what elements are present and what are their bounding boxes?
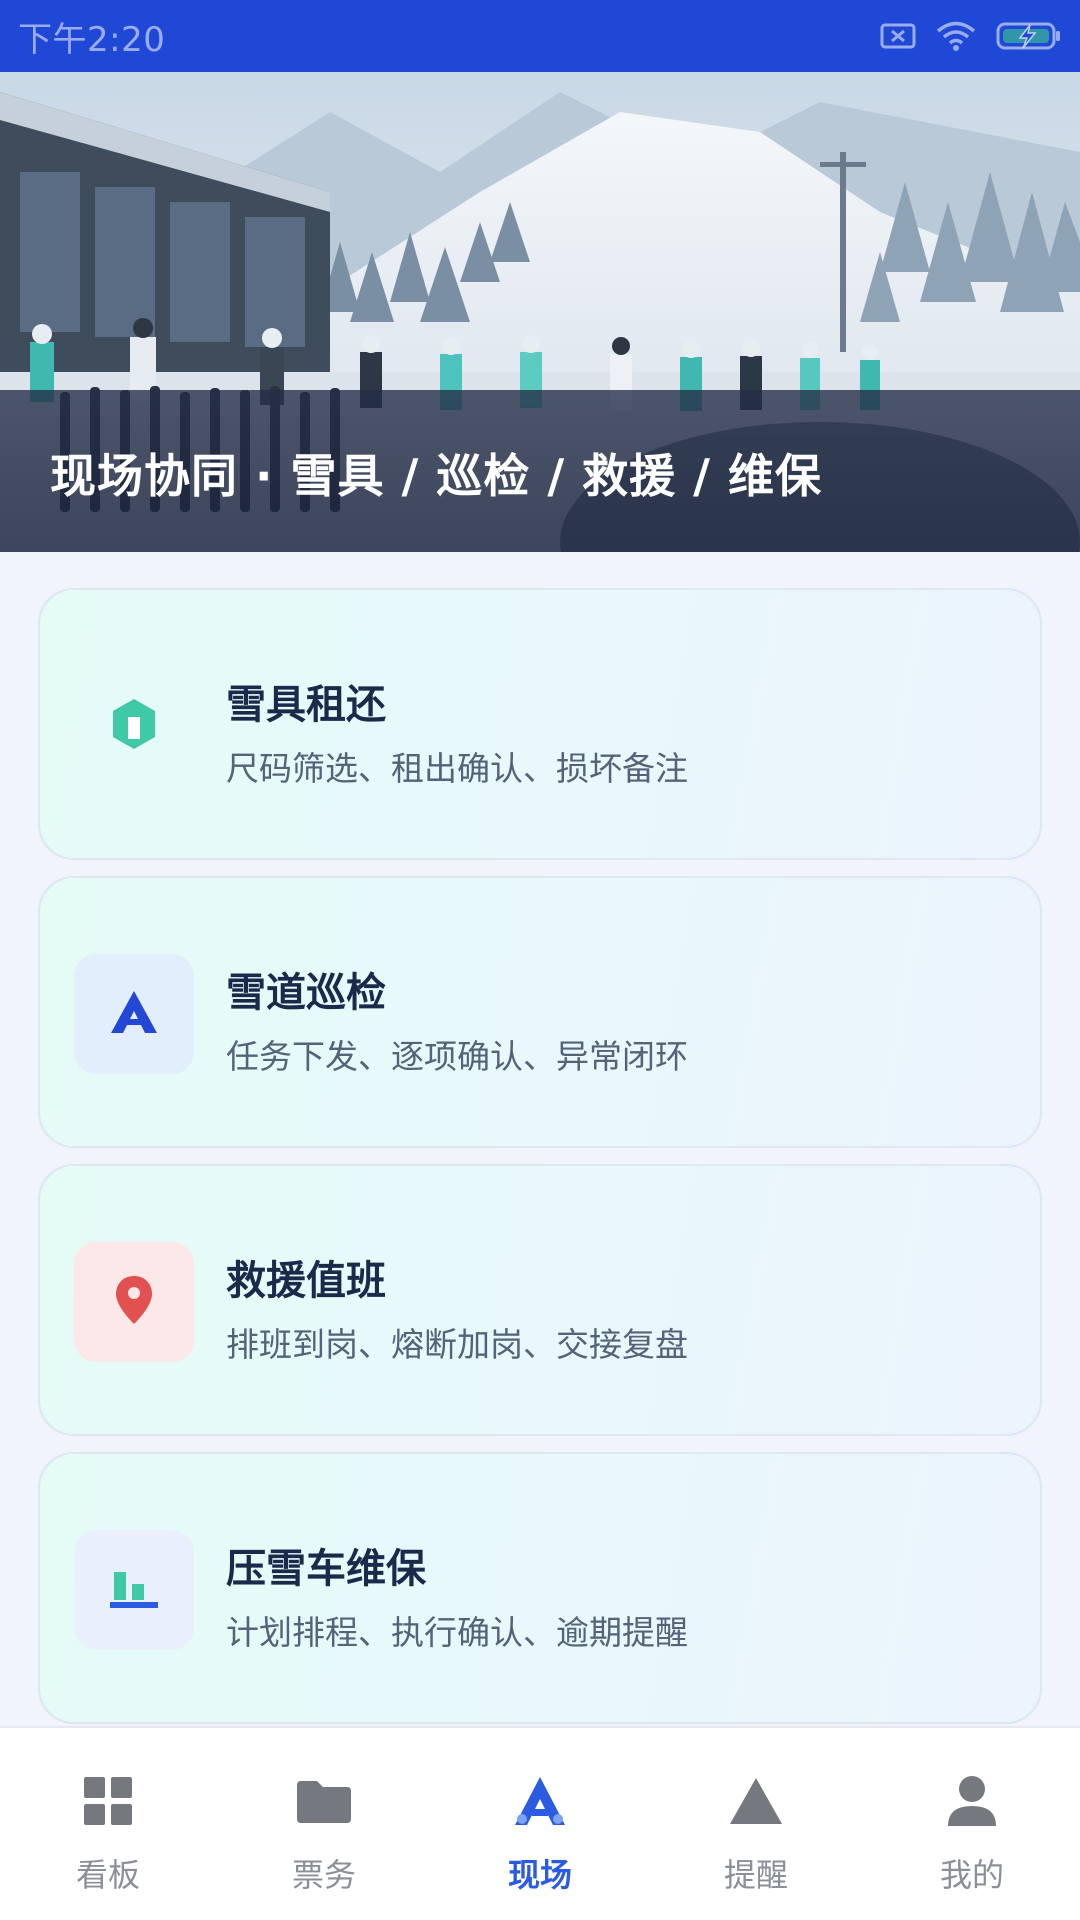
bottom-navigation: 看板 票务 现场 提醒 我的 [0, 1726, 1080, 1920]
card-description: 计划排程、执行确认、逾期提醒 [226, 1613, 688, 1652]
card-icon-box [74, 1530, 194, 1650]
card-icon-box [74, 1242, 194, 1362]
card-icon-box [74, 666, 194, 786]
card-description: 尺码筛选、租出确认、损坏备注 [226, 749, 688, 788]
nav-label: 提醒 [723, 1856, 788, 1894]
card-title: 救援值班 [226, 1258, 386, 1304]
card-rescue-duty[interactable]: 救援值班 排班到岗、熔断加岗、交接复盘 [38, 1164, 1042, 1436]
nav-item-field[interactable]: 现场 [432, 1728, 648, 1920]
hero-title: 现场协同 · 雪具 / 巡检 / 救援 / 维保 [50, 449, 822, 503]
status-time: 下午2:20 [18, 19, 166, 60]
hero-banner: 现场协同 · 雪具 / 巡检 / 救援 / 维保 [0, 72, 1080, 552]
slope-a-icon [109, 989, 159, 1039]
card-icon-box [74, 954, 194, 1074]
card-ski-rental[interactable]: 雪具租还 尺码筛选、租出确认、损坏备注 [38, 588, 1042, 860]
dashboard-grid-icon [79, 1772, 137, 1830]
hexagon-icon [110, 697, 158, 755]
nav-item-reminders[interactable]: 提醒 [648, 1728, 864, 1920]
folder-icon [295, 1772, 353, 1830]
card-description: 排班到岗、熔断加岗、交接复盘 [226, 1325, 688, 1364]
field-a-icon [511, 1772, 569, 1830]
nav-label: 看板 [75, 1856, 140, 1894]
battery-charging-icon [996, 21, 1062, 51]
nav-item-profile[interactable]: 我的 [864, 1728, 1080, 1920]
wifi-icon [936, 20, 976, 52]
status-icons [880, 20, 1062, 52]
card-title: 雪具租还 [226, 682, 386, 728]
card-groomer-maintenance[interactable]: 压雪车维保 计划排程、执行确认、逾期提醒 [38, 1452, 1042, 1724]
card-description: 任务下发、逐项确认、异常闭环 [226, 1037, 688, 1076]
card-title: 雪道巡检 [226, 970, 386, 1016]
bar-chart-icon [108, 1566, 160, 1614]
card-slope-inspection[interactable]: 雪道巡检 任务下发、逐项确认、异常闭环 [38, 876, 1042, 1148]
nav-item-ticketing[interactable]: 票务 [216, 1728, 432, 1920]
nav-label: 现场 [507, 1856, 572, 1894]
nav-item-dashboard[interactable]: 看板 [0, 1728, 216, 1920]
status-bar: 下午2:20 [0, 0, 1080, 72]
card-title: 压雪车维保 [226, 1546, 426, 1592]
nav-label: 票务 [291, 1856, 356, 1894]
triangle-alert-icon [727, 1772, 785, 1830]
user-icon [943, 1772, 1001, 1830]
location-pin-icon [114, 1274, 154, 1330]
sim-off-icon [880, 22, 916, 50]
nav-label: 我的 [939, 1856, 1004, 1894]
